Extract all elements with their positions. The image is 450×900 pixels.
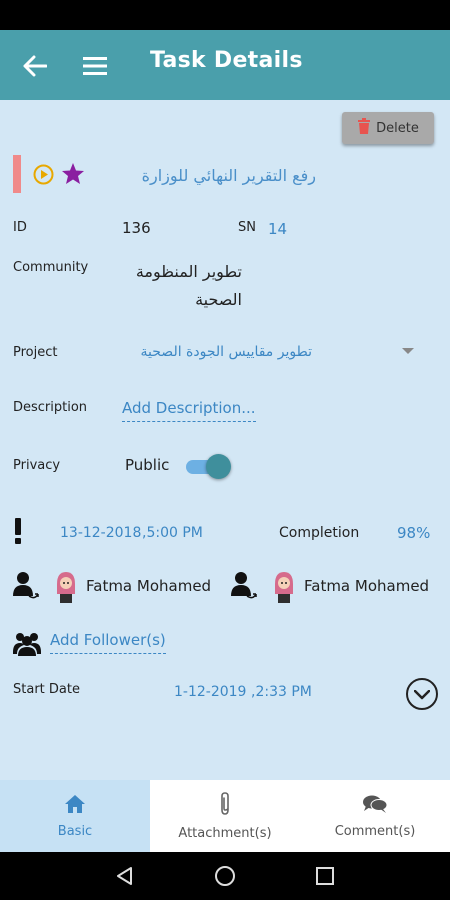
add-follower-link[interactable]: Add Follower(s) — [50, 631, 166, 654]
system-nav-bar — [0, 852, 450, 900]
assignee-name: Fatma Mohamed — [304, 577, 430, 595]
home-icon — [64, 794, 86, 818]
tab-comments-label: Comment(s) — [334, 823, 416, 839]
chevron-down-icon — [413, 685, 431, 704]
community-label: Community — [13, 260, 89, 275]
community-value: تطوير المنظومة الصحية — [135, 262, 242, 309]
hamburger-menu-icon[interactable] — [80, 52, 110, 80]
chevron-down-icon[interactable] — [402, 348, 414, 354]
privacy-toggle[interactable] — [186, 454, 232, 480]
description-label: Description — [13, 400, 88, 415]
completion-label: Completion — [279, 525, 360, 541]
assigner-icon — [13, 570, 39, 606]
status-bar — [0, 0, 450, 30]
expand-button[interactable] — [406, 678, 438, 710]
priority-marker — [13, 155, 21, 193]
start-time[interactable]: ,2:33 PM — [251, 684, 312, 700]
project-select[interactable]: تطوير مقاييس الجودة الصحية — [141, 344, 312, 360]
tab-comments[interactable]: Comment(s) — [300, 780, 450, 852]
tab-attachments[interactable]: Attachment(s) — [150, 780, 300, 852]
comments-icon — [362, 794, 388, 818]
star-icon[interactable] — [61, 162, 85, 189]
task-details-panel: Delete رفع التقرير النهائي للوزارة ID 13… — [0, 100, 450, 780]
page-title: Task Details — [150, 48, 303, 73]
add-description-link[interactable]: Add Description... — [122, 399, 256, 422]
play-status-icon[interactable] — [33, 164, 54, 189]
paperclip-icon — [218, 791, 232, 820]
exclamation-icon — [14, 518, 22, 548]
tab-attachments-label: Attachment(s) — [178, 825, 272, 841]
privacy-value: Public — [125, 456, 170, 474]
nav-home-icon[interactable] — [213, 864, 237, 888]
delete-button[interactable]: Delete — [342, 112, 434, 144]
bottom-tab-bar: Basic Attachment(s) Comment(s) — [0, 780, 450, 852]
app-bar: Task Details — [0, 30, 450, 100]
project-label: Project — [13, 345, 58, 360]
avatar — [271, 570, 297, 608]
nav-back-icon[interactable] — [113, 864, 137, 888]
start-date[interactable]: 1-12-2019 — [174, 684, 246, 700]
delete-button-label: Delete — [376, 120, 419, 136]
toggle-knob — [206, 454, 231, 479]
sn-label: SN — [238, 220, 256, 235]
id-value: 136 — [122, 219, 151, 237]
tab-basic-label: Basic — [57, 823, 93, 839]
assignee-icon — [231, 570, 257, 606]
due-date[interactable]: 13-12-2018 — [60, 525, 141, 541]
privacy-label: Privacy — [13, 458, 61, 473]
tab-basic[interactable]: Basic — [0, 780, 150, 852]
sn-value: 14 — [268, 220, 288, 238]
start-date-label: Start Date — [13, 682, 80, 697]
avatar — [53, 570, 79, 608]
trash-icon — [357, 118, 371, 138]
id-label: ID — [13, 220, 27, 235]
task-title[interactable]: رفع التقرير النهائي للوزارة — [142, 166, 316, 185]
due-time[interactable]: ,5:00 PM — [142, 525, 203, 541]
followers-icon — [13, 630, 41, 660]
back-arrow-icon[interactable] — [20, 52, 50, 80]
completion-value[interactable]: 98% — [397, 524, 430, 542]
assigner-name: Fatma Mohamed — [86, 577, 212, 595]
nav-recents-icon[interactable] — [313, 864, 337, 888]
